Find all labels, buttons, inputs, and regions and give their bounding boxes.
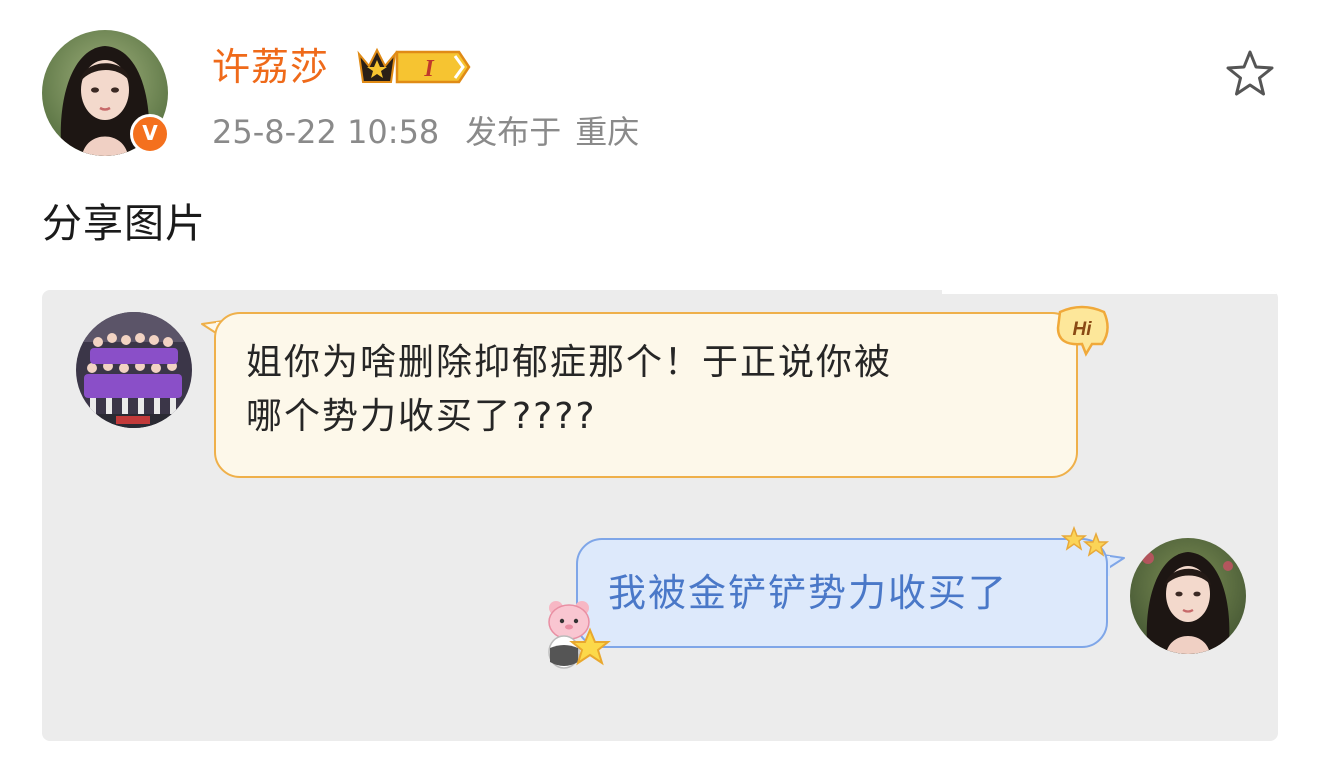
bear-star-sticker-icon <box>538 596 618 676</box>
crown-level-badge-icon: I <box>355 44 471 90</box>
level-badge-text: I <box>423 56 435 82</box>
sent-message: 我被金铲铲势力收买了 <box>608 571 1009 615</box>
author-name[interactable]: 许荔莎 <box>212 42 329 92</box>
hi-text: Hi <box>1073 319 1093 340</box>
reply-avatar <box>1130 538 1246 654</box>
chat-bubble-sent: 我被金铲铲势力收买了 <box>576 538 1108 648</box>
author-avatar-container[interactable]: V <box>42 30 170 156</box>
stars-sticker-icon <box>1058 524 1114 564</box>
favorite-star-icon[interactable] <box>1224 48 1276 100</box>
sender-avatar <box>76 312 192 428</box>
post-location: 重庆 <box>575 113 640 151</box>
weibo-post: V 许荔莎 I 25-8-22 10:58 发布于 重庆 分享图片 姐你为啥删除… <box>0 0 1320 768</box>
verified-badge-icon: V <box>130 114 170 154</box>
card-edge <box>942 290 1278 294</box>
received-message-line-1: 姐你为啥删除抑郁症那个！于正说你被 <box>246 342 893 383</box>
hi-sticker-icon: Hi <box>1052 304 1112 358</box>
post-image[interactable]: 姐你为啥删除抑郁症那个！于正说你被 哪个势力收买了???? Hi 我被金铲铲势力… <box>42 290 1278 741</box>
post-text: 分享图片 <box>42 201 206 247</box>
received-message-line-2: 哪个势力收买了???? <box>246 396 597 437</box>
published-label: 发布于 <box>465 113 562 151</box>
chat-bubble-received: 姐你为啥删除抑郁症那个！于正说你被 哪个势力收买了???? <box>214 312 1078 478</box>
post-meta: 25-8-22 10:58 发布于 重庆 <box>212 110 639 154</box>
post-date: 25-8-22 10:58 <box>212 113 440 151</box>
